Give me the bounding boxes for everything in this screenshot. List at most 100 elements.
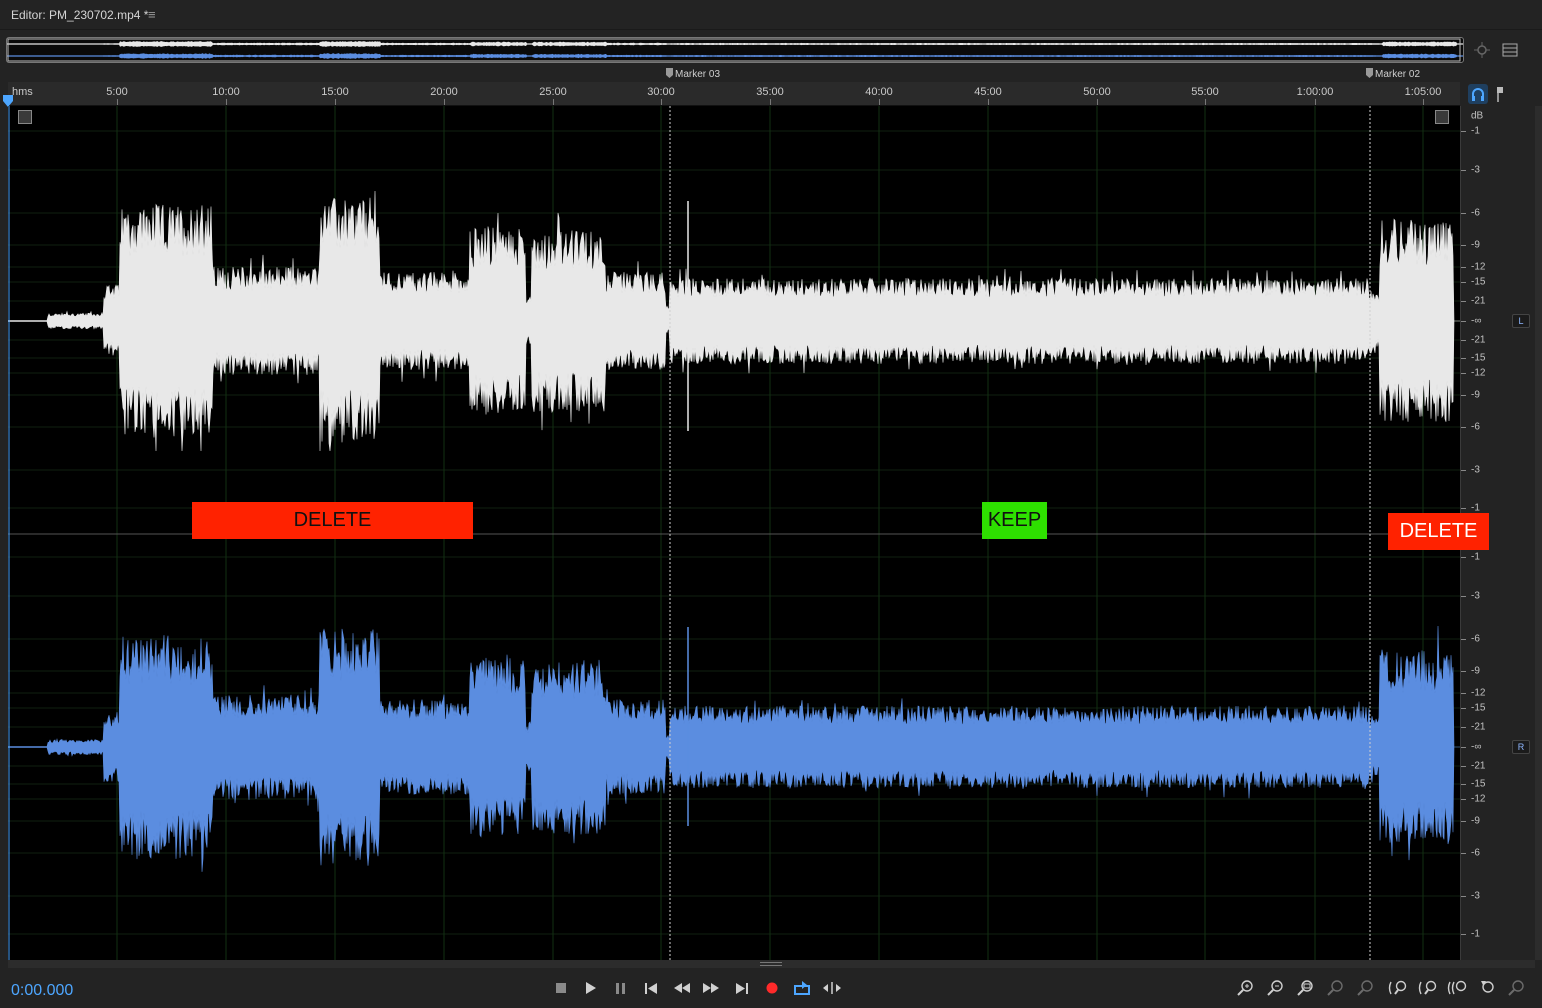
current-time-display[interactable]: 0:00.000 (11, 982, 73, 1000)
right-channel-badge[interactable]: R (1512, 740, 1530, 754)
overview-navigator[interactable] (6, 37, 1464, 63)
skip-to-end-icon[interactable] (730, 978, 754, 998)
zoom-reset-icon[interactable] (1475, 978, 1499, 998)
db-tick (1461, 799, 1466, 800)
fade-in-handle[interactable] (18, 110, 32, 124)
db-tick-label: -3 (1471, 464, 1480, 476)
pin-icon[interactable] (1494, 84, 1506, 104)
db-tick (1461, 821, 1466, 822)
db-tick-label: -12 (1471, 687, 1486, 699)
time-ruler[interactable]: hms 5:00 10:00 15:00 20:00 25:00 30:00 35:00 40… (8, 82, 1460, 106)
vertical-scrollbar[interactable] (1535, 106, 1542, 960)
ruler-tick-label: 35:00 (756, 86, 784, 98)
playhead-handle[interactable] (2, 94, 14, 107)
zoom-full-icon[interactable] (1505, 978, 1529, 998)
pause-icon[interactable] (609, 978, 633, 998)
db-tick (1461, 282, 1466, 283)
loop-playback-icon[interactable] (790, 978, 814, 998)
panel-header (0, 0, 1542, 30)
ruler-tick-label: 50:00 (1083, 86, 1111, 98)
ruler-tick-label: 40:00 (865, 86, 893, 98)
headphones-icon[interactable] (1468, 84, 1488, 104)
ruler-tick-label: 30:00 (647, 86, 675, 98)
db-tick (1461, 639, 1466, 640)
ruler-tick (879, 99, 880, 105)
zoom-in-amplitude-icon[interactable] (1234, 978, 1258, 998)
ruler-tick (1097, 99, 1098, 105)
db-tick (1461, 934, 1466, 935)
fade-out-handle[interactable] (1435, 110, 1449, 124)
overview-visible-range[interactable] (7, 38, 1461, 62)
record-icon[interactable] (760, 978, 784, 998)
marker-pin-icon (1366, 68, 1373, 78)
marker-02[interactable]: Marker 02 (1366, 68, 1420, 80)
db-tick (1461, 671, 1466, 672)
db-tick (1461, 508, 1466, 509)
rewind-icon[interactable] (670, 978, 694, 998)
db-tick-label: -15 (1471, 352, 1486, 364)
db-tick (1461, 784, 1466, 785)
zoom-out-full-icon[interactable] (1324, 978, 1348, 998)
db-tick (1461, 395, 1466, 396)
db-tick (1461, 245, 1466, 246)
fast-forward-icon[interactable] (699, 978, 723, 998)
ruler-tick (1205, 99, 1206, 105)
ruler-tick-label: 5:00 (106, 86, 128, 98)
zoom-navigator-icon[interactable] (1474, 42, 1490, 58)
db-tick (1461, 427, 1466, 428)
db-tick (1461, 557, 1466, 558)
delete-annotation: DELETE (1388, 513, 1489, 550)
db-tick (1461, 766, 1466, 767)
db-tick-label: -6 (1471, 207, 1480, 219)
db-tick-label: -9 (1471, 389, 1480, 401)
keep-annotation: KEEP (982, 502, 1047, 539)
db-tick-label: -9 (1471, 665, 1480, 677)
db-tick-label: -6 (1471, 421, 1480, 433)
zoom-in-time-icon[interactable] (1294, 978, 1318, 998)
db-tick (1461, 131, 1466, 132)
db-tick-label: -21 (1471, 721, 1486, 733)
db-tick (1461, 853, 1466, 854)
db-tick-label: -1 (1471, 502, 1480, 514)
ruler-tick (1423, 99, 1424, 105)
ruler-tick-label: 10:00 (212, 86, 240, 98)
delete-annotation: DELETE (192, 502, 473, 539)
ruler-tick (226, 99, 227, 105)
play-icon[interactable] (579, 978, 603, 998)
ruler-tick-label: 55:00 (1191, 86, 1219, 98)
db-unit-label: dB (1471, 110, 1484, 122)
skip-to-start-icon[interactable] (639, 978, 663, 998)
zoom-in-at-out-point-icon[interactable] (1386, 978, 1410, 998)
db-tick (1461, 470, 1466, 471)
db-tick-label: -15 (1471, 276, 1486, 288)
zoom-out-amplitude-icon[interactable] (1264, 978, 1288, 998)
db-tick-label: -15 (1471, 702, 1486, 714)
ruler-tick (770, 99, 771, 105)
ruler-tick-label: 20:00 (430, 86, 458, 98)
db-tick (1461, 896, 1466, 897)
ruler-tick (335, 99, 336, 105)
db-tick (1461, 708, 1466, 709)
db-tick-label: -9 (1471, 815, 1480, 827)
db-tick-label: -21 (1471, 334, 1486, 346)
zoom-in-left-icon[interactable] (1445, 978, 1469, 998)
ruler-tick-label: 15:00 (321, 86, 349, 98)
left-channel-badge[interactable]: L (1512, 314, 1530, 328)
db-tick (1461, 267, 1466, 268)
skip-selection-icon[interactable] (820, 978, 844, 998)
db-tick-label: -12 (1471, 261, 1486, 273)
overview-left-waveform (7, 41, 1463, 47)
overview-right-waveform (7, 53, 1463, 59)
marker-label: Marker 02 (1375, 69, 1421, 80)
channel-menu-icon[interactable] (1502, 42, 1518, 58)
zoom-out-time-icon[interactable] (1416, 978, 1440, 998)
marker-03[interactable]: Marker 03 (666, 68, 720, 80)
db-tick (1461, 747, 1466, 748)
db-tick-label: -1 (1471, 551, 1480, 563)
panel-menu-icon[interactable]: ≡ (148, 7, 156, 22)
scroll-grip-icon[interactable] (760, 962, 782, 966)
zoom-in-at-in-point-icon[interactable] (1354, 978, 1378, 998)
db-tick (1461, 358, 1466, 359)
stop-icon[interactable] (549, 978, 573, 998)
ruler-tick-label: 1:05:00 (1404, 86, 1442, 98)
